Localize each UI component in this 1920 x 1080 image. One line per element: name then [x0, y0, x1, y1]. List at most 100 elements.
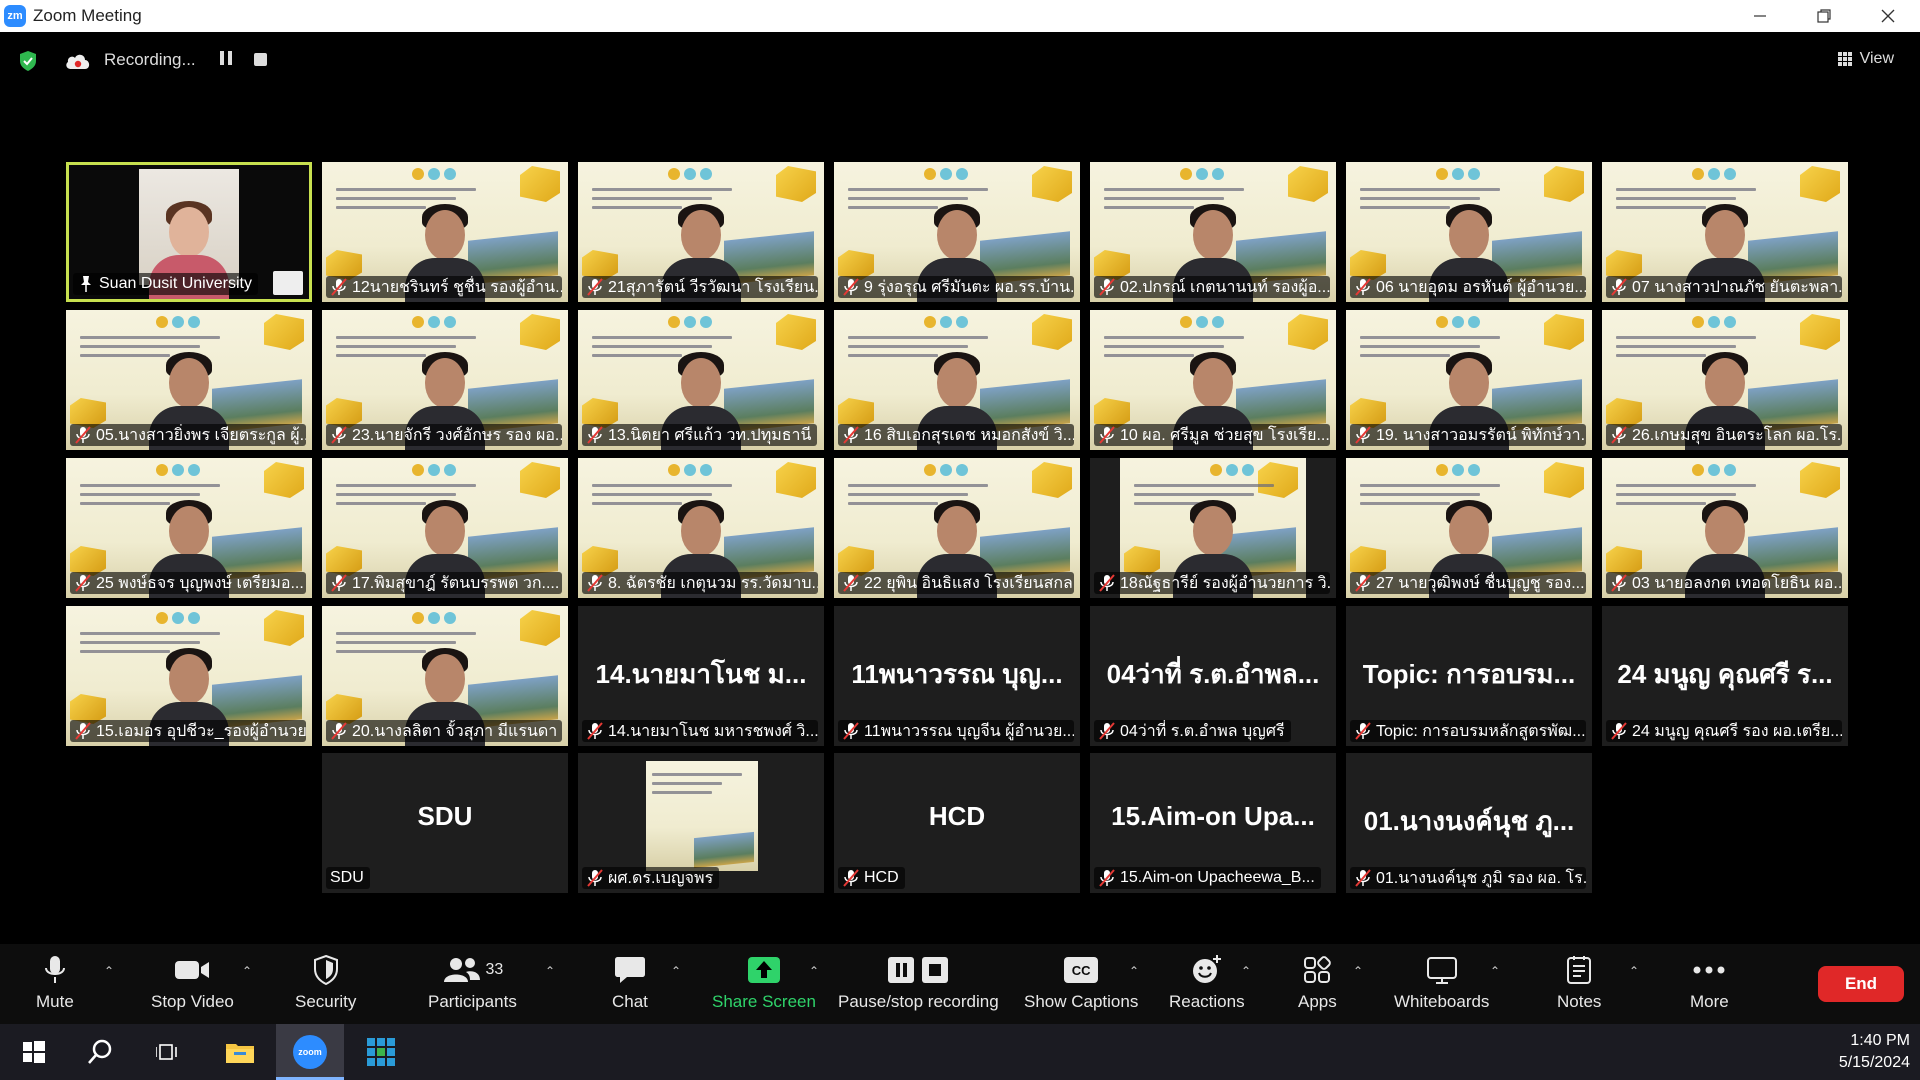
share-screen-button[interactable]: Share Screen — [712, 952, 816, 1012]
participant-display-name: 04ว่าที่ ร.ต.อำพล... — [1106, 659, 1320, 689]
participant-tile[interactable]: 11พนาวรรณ บุญ... 11พนาวรรณ บุญจีน ผู้อำนว… — [834, 606, 1080, 746]
participant-name: 9 รุ่งอรุณ ศรีมันตะ ผอ.รร.บ้าน... — [864, 278, 1074, 296]
end-meeting-button[interactable]: End — [1818, 966, 1904, 1002]
gallery-view: Suan Dusit University 12นายชรินทร์ ชูชื่น… — [0, 0, 1920, 1080]
participant-name-tag: 16 สิบเอกสุรเดช หมอกสังข์ วิ... — [838, 424, 1074, 446]
participant-tile[interactable]: ผศ.ดร.เบญจพร — [578, 753, 824, 893]
chat-bubble-icon — [614, 952, 646, 988]
participant-tile[interactable]: 16 สิบเอกสุรเดช หมอกสังข์ วิ... — [834, 310, 1080, 450]
store-app-icon[interactable] — [361, 1032, 401, 1072]
participant-name: 12นายชรินทร์ ชูชื่น รองผู้อำน... — [352, 278, 562, 296]
windows-start-icon[interactable] — [14, 1032, 54, 1072]
video-options-chevron-icon[interactable]: ⌃ — [242, 964, 252, 978]
file-explorer-icon[interactable] — [220, 1032, 260, 1072]
smiley-plus-icon — [1191, 952, 1223, 988]
participant-tile[interactable]: 19. นางสาวอมรรัตน์ พิทักษ์วา... — [1346, 310, 1592, 450]
participants-button[interactable]: 33 Participants — [428, 952, 517, 1012]
participant-name: 23.นายจักรี วงศ์อักษร รอง ผอ.... — [352, 426, 562, 444]
muted-microphone-icon — [1355, 426, 1371, 444]
participant-tile[interactable]: 26.เกษมสุข อินตระโลก ผอ.โร... — [1602, 310, 1848, 450]
reactions-options-chevron-icon[interactable]: ⌃ — [1241, 964, 1251, 978]
participant-tile[interactable]: 15.เอมอร อุปชีวะ_รองผู้อำนวย... — [66, 606, 312, 746]
whiteboards-options-chevron-icon[interactable]: ⌃ — [1490, 964, 1500, 978]
more-label: More — [1690, 992, 1729, 1011]
participant-name-tag: 04ว่าที่ ร.ต.อำพล บุญศรี — [1094, 720, 1291, 742]
security-button[interactable]: Security — [295, 952, 356, 1012]
closed-captions-icon: CC — [1064, 952, 1099, 988]
participant-tile[interactable]: 05.นางสาวยิ่งพร เจียตระกูล ผู้... — [66, 310, 312, 450]
participant-tile[interactable]: 21สุภารัตน์ วีรวัฒนา โรงเรียน... — [578, 162, 824, 302]
search-icon[interactable] — [80, 1032, 120, 1072]
notes-button[interactable]: Notes — [1557, 952, 1601, 1012]
whiteboards-label: Whiteboards — [1394, 992, 1490, 1011]
stop-video-button[interactable]: Stop Video — [151, 952, 234, 1012]
participant-tile[interactable]: 13.นิตยา ศรีแก้ว วท.ปทุมธานี — [578, 310, 824, 450]
captions-badge: CC — [1064, 957, 1099, 983]
muted-microphone-icon — [587, 574, 603, 592]
chat-button[interactable]: Chat — [612, 952, 648, 1012]
muted-microphone-icon — [331, 722, 347, 740]
notes-options-chevron-icon[interactable]: ⌃ — [1629, 964, 1639, 978]
participant-name-tag: 22 ยุพิน อินธิแสง โรงเรียนสกล... — [838, 572, 1074, 594]
apps-button[interactable]: Apps — [1298, 952, 1337, 1012]
participant-tile[interactable]: 03 นายอลงกต เทอดโยธิน ผอ.... — [1602, 458, 1848, 598]
participant-tile[interactable]: 02.ปกรณ์ เกตนานนท์ รองผู้อ... — [1090, 162, 1336, 302]
participant-display-name: 15.Aim-on Upa... — [1111, 801, 1315, 831]
participant-tile[interactable]: 22 ยุพิน อินธิแสง โรงเรียนสกล... — [834, 458, 1080, 598]
participants-options-chevron-icon[interactable]: ⌃ — [545, 964, 555, 978]
notes-icon — [1566, 952, 1592, 988]
participant-tile[interactable]: 04ว่าที่ ร.ต.อำพล... 04ว่าที่ ร.ต.อำพล บุ… — [1090, 606, 1336, 746]
captions-options-chevron-icon[interactable]: ⌃ — [1129, 964, 1139, 978]
more-button[interactable]: More — [1690, 952, 1729, 1012]
pause-stop-recording-button[interactable]: Pause/stop recording — [838, 952, 999, 1012]
participant-tile[interactable]: Topic: การอบรม... Topic: การอบรมหลักสูตรพ… — [1346, 606, 1592, 746]
participant-tile[interactable]: 24 มนูญ คุณศรี ร... 24 มนูญ คุณศรี รอง ผอ… — [1602, 606, 1848, 746]
mute-label: Mute — [36, 992, 74, 1011]
whiteboards-button[interactable]: Whiteboards — [1394, 952, 1489, 1012]
participant-name: 26.เกษมสุข อินตระโลก ผอ.โร... — [1632, 426, 1842, 444]
muted-microphone-icon — [1099, 574, 1115, 592]
show-captions-button[interactable]: CC Show Captions — [1024, 952, 1138, 1012]
participant-tile[interactable]: 10 ผอ. ศรีมูล ช่วยสุข โรงเรีย... — [1090, 310, 1336, 450]
participant-name-tag: 19. นางสาวอมรรัตน์ พิทักษ์วา... — [1350, 424, 1586, 446]
participant-name-tag: Topic: การอบรมหลักสูตรพัฒ... — [1350, 720, 1586, 742]
participant-tile[interactable]: 07 นางสาวปาณภัช ยันตะพลา... — [1602, 162, 1848, 302]
share-screen-icon — [747, 952, 781, 988]
mute-options-chevron-icon[interactable]: ⌃ — [104, 964, 114, 978]
participant-name-tag: 8. ฉัตรชัย เกตุนวม รร.วัดมาบ... — [582, 572, 818, 594]
participant-tile[interactable]: SDU SDU — [322, 753, 568, 893]
apps-options-chevron-icon[interactable]: ⌃ — [1353, 964, 1363, 978]
chat-options-chevron-icon[interactable]: ⌃ — [671, 964, 681, 978]
pin-icon — [81, 276, 91, 292]
participant-tile[interactable]: 8. ฉัตรชัย เกตุนวม รร.วัดมาบ... — [578, 458, 824, 598]
participant-tile[interactable]: 18ณัฐธารีย์ รองผู้อำนวยการ วิ... — [1090, 458, 1336, 598]
system-clock[interactable]: 1:40 PM 5/15/2024 — [1839, 1030, 1910, 1074]
share-options-chevron-icon[interactable]: ⌃ — [809, 964, 819, 978]
task-view-icon[interactable] — [148, 1032, 188, 1072]
participant-tile[interactable]: 9 รุ่งอรุณ ศรีมันตะ ผอ.รร.บ้าน... — [834, 162, 1080, 302]
participant-tile[interactable]: 15.Aim-on Upa... 15.Aim-on Upacheewa_B... — [1090, 753, 1336, 893]
participant-name: 15.เอมอร อุปชีวะ_รองผู้อำนวย... — [96, 722, 306, 740]
mute-button[interactable]: Mute — [36, 952, 74, 1012]
reactions-button[interactable]: Reactions — [1169, 952, 1245, 1012]
participant-tile[interactable]: 27 นายวุฒิพงษ์ ชื่นบุญชู รอง... — [1346, 458, 1592, 598]
participant-tile[interactable]: Suan Dusit University — [66, 162, 312, 302]
participant-tile[interactable]: 01.นางนงค์นุช ภู... 01.นางนงค์นุช ภูมิ รอ… — [1346, 753, 1592, 893]
participant-tile[interactable]: HCD HCD — [834, 753, 1080, 893]
participant-tile[interactable]: 17.พิมสุขาฎ์ รัตนบรรพต วก.... — [322, 458, 568, 598]
participants-count: 33 — [485, 961, 504, 978]
participants-icon: 33 — [442, 952, 504, 988]
participants-label: Participants — [428, 992, 517, 1011]
participant-name: 06 นายอุดม อรหันต์ ผู้อำนวย... — [1376, 278, 1586, 296]
participant-tile[interactable]: 06 นายอุดม อรหันต์ ผู้อำนวย... — [1346, 162, 1592, 302]
participant-name: 24 มนูญ คุณศรี รอง ผอ.เตรีย... — [1632, 722, 1842, 740]
participant-tile[interactable]: 23.นายจักรี วงศ์อักษร รอง ผอ.... — [322, 310, 568, 450]
zoom-app-icon[interactable]: zoom — [290, 1032, 330, 1072]
participant-name-tag: ผศ.ดร.เบญจพร — [582, 867, 720, 889]
participant-name-tag: 9 รุ่งอรุณ ศรีมันตะ ผอ.รร.บ้าน... — [838, 276, 1074, 298]
participant-tile[interactable]: 12นายชรินทร์ ชูชื่น รองผู้อำน... — [322, 162, 568, 302]
participant-tile[interactable]: 20.นางลลิตา จั้วสุภา มีแรนดา ... — [322, 606, 568, 746]
participant-name: 01.นางนงค์นุช ภูมิ รอง ผอ. โร... — [1376, 869, 1586, 887]
participant-tile[interactable]: 25 พงษ์ธจร บุญพงษ์ เตรียมอ... — [66, 458, 312, 598]
participant-tile[interactable]: 14.นายมาโนช ม... 14.นายมาโนช มหารชพงศ์ วิ… — [578, 606, 824, 746]
